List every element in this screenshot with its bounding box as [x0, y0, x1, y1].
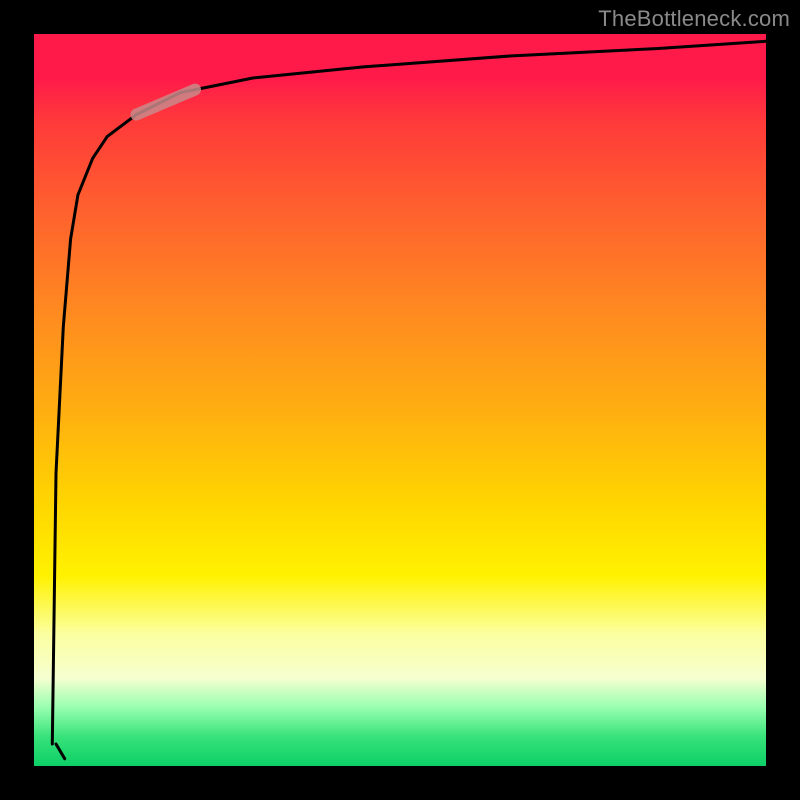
- bottleneck-curve-highlight: [137, 90, 196, 115]
- bottleneck-chart: TheBottleneck.com: [0, 0, 800, 800]
- chart-frame-right: [766, 0, 800, 800]
- chart-frame-bottom: [0, 766, 800, 800]
- axis-break-tick: [56, 744, 65, 759]
- bottleneck-curve-line: [52, 41, 766, 744]
- chart-frame-left: [0, 0, 34, 800]
- watermark-text: TheBottleneck.com: [598, 6, 790, 32]
- curve-layer: [34, 34, 766, 766]
